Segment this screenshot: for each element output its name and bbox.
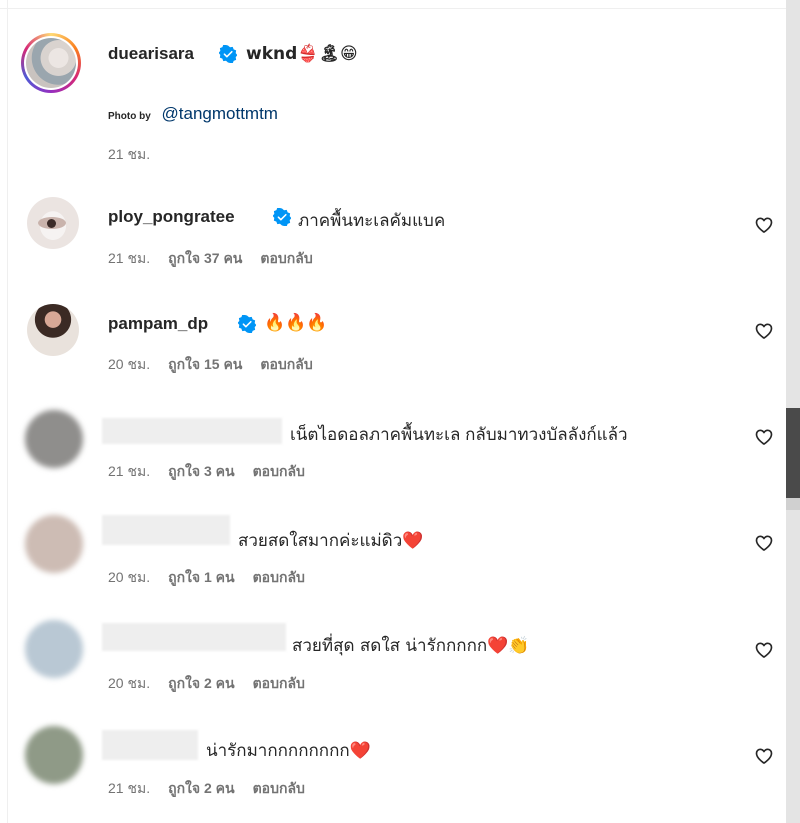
blurred-avatar[interactable] (25, 515, 83, 573)
reply-button[interactable]: ตอบกลับ (260, 356, 312, 372)
reply-button[interactable]: ตอบกลับ (253, 675, 305, 691)
verified-badge-icon (219, 45, 237, 63)
heart-outline-icon[interactable] (754, 321, 774, 341)
heart-outline-icon[interactable] (754, 640, 774, 660)
blurred-username[interactable] (102, 623, 286, 651)
comment-text: สวยที่สุด สดใส น่ารักกกกก❤️👏 (292, 636, 530, 656)
blurred-avatar[interactable] (25, 726, 83, 784)
photo-by-link[interactable]: @tangmottmtm (162, 104, 278, 123)
reply-button[interactable]: ตอบกลับ (253, 463, 305, 479)
comment-meta: 20 ชม. ถูกใจ 15 คน ตอบกลับ (108, 354, 331, 376)
comment-time[interactable]: 21 ชม. (108, 463, 150, 479)
background-edge (786, 0, 800, 823)
avatar (26, 38, 76, 88)
blurred-username[interactable] (102, 730, 198, 760)
verified-badge-icon (273, 208, 291, 226)
story-ring-avatar[interactable] (21, 33, 81, 93)
comment-text: เน็ตไอดอลภาคพื้นทะเล กลับมาทวงบัลลังก์แล… (290, 425, 628, 444)
reply-button[interactable]: ตอบกลับ (253, 780, 305, 796)
comment-text: 🔥🔥🔥 (264, 313, 328, 333)
heart-outline-icon[interactable] (754, 533, 774, 553)
comment-time[interactable]: 20 ชม. (108, 569, 150, 585)
blurred-avatar[interactable] (25, 620, 83, 678)
comment-text: น่ารักมากกกกกกกก❤️ (206, 741, 371, 761)
comment-likes[interactable]: ถูกใจ 1 คน (168, 569, 235, 585)
comment-likes[interactable]: ถูกใจ 37 คน (168, 250, 242, 266)
comment-text: ภาคพื้นทะเลคัมแบค (298, 211, 446, 230)
verified-badge-icon (238, 315, 256, 333)
comment-time[interactable]: 21 ชม. (108, 780, 150, 796)
comment-meta: 21 ชม. ถูกใจ 3 คน ตอบกลับ (108, 461, 323, 483)
comment-username[interactable]: pampam_dp (108, 314, 208, 334)
reply-button[interactable]: ตอบกลับ (260, 250, 312, 266)
post-time[interactable]: 21 ชม. (108, 144, 150, 166)
comment-text: สวยสดใสมากค่ะแม่ดิว❤️ (238, 531, 424, 551)
divider (0, 8, 786, 9)
blurred-avatar[interactable] (25, 410, 83, 468)
divider (7, 0, 8, 823)
reply-button[interactable]: ตอบกลับ (253, 569, 305, 585)
comment-meta: 21 ชม. ถูกใจ 2 คน ตอบกลับ (108, 778, 323, 800)
post-username[interactable]: duearisara (108, 44, 194, 64)
comment-likes[interactable]: ถูกใจ 15 คน (168, 356, 242, 372)
blurred-username[interactable] (102, 515, 230, 545)
post-caption: wknd👙🏝😁 (246, 44, 358, 64)
blurred-username[interactable] (102, 418, 282, 444)
heart-outline-icon[interactable] (754, 746, 774, 766)
comment-likes[interactable]: ถูกใจ 3 คน (168, 463, 235, 479)
photo-credit: Photo by @tangmottmtm (108, 104, 278, 124)
comments-panel: duearisara wknd👙🏝😁 Photo by @tangmottmtm… (0, 0, 786, 823)
photo-by-label: Photo by (108, 111, 151, 122)
comment-likes[interactable]: ถูกใจ 2 คน (168, 780, 235, 796)
comment-meta: 21 ชม. ถูกใจ 37 คน ตอบกลับ (108, 248, 331, 270)
comment-likes[interactable]: ถูกใจ 2 คน (168, 675, 235, 691)
heart-outline-icon[interactable] (754, 215, 774, 235)
avatar[interactable] (27, 304, 79, 356)
comment-time[interactable]: 21 ชม. (108, 250, 150, 266)
avatar[interactable] (27, 197, 79, 249)
comment-username[interactable]: ploy_pongratee (108, 207, 235, 227)
heart-outline-icon[interactable] (754, 427, 774, 447)
comment-meta: 20 ชม. ถูกใจ 1 คน ตอบกลับ (108, 567, 323, 589)
comment-meta: 20 ชม. ถูกใจ 2 คน ตอบกลับ (108, 673, 323, 695)
comment-time[interactable]: 20 ชม. (108, 356, 150, 372)
comment-time[interactable]: 20 ชม. (108, 675, 150, 691)
